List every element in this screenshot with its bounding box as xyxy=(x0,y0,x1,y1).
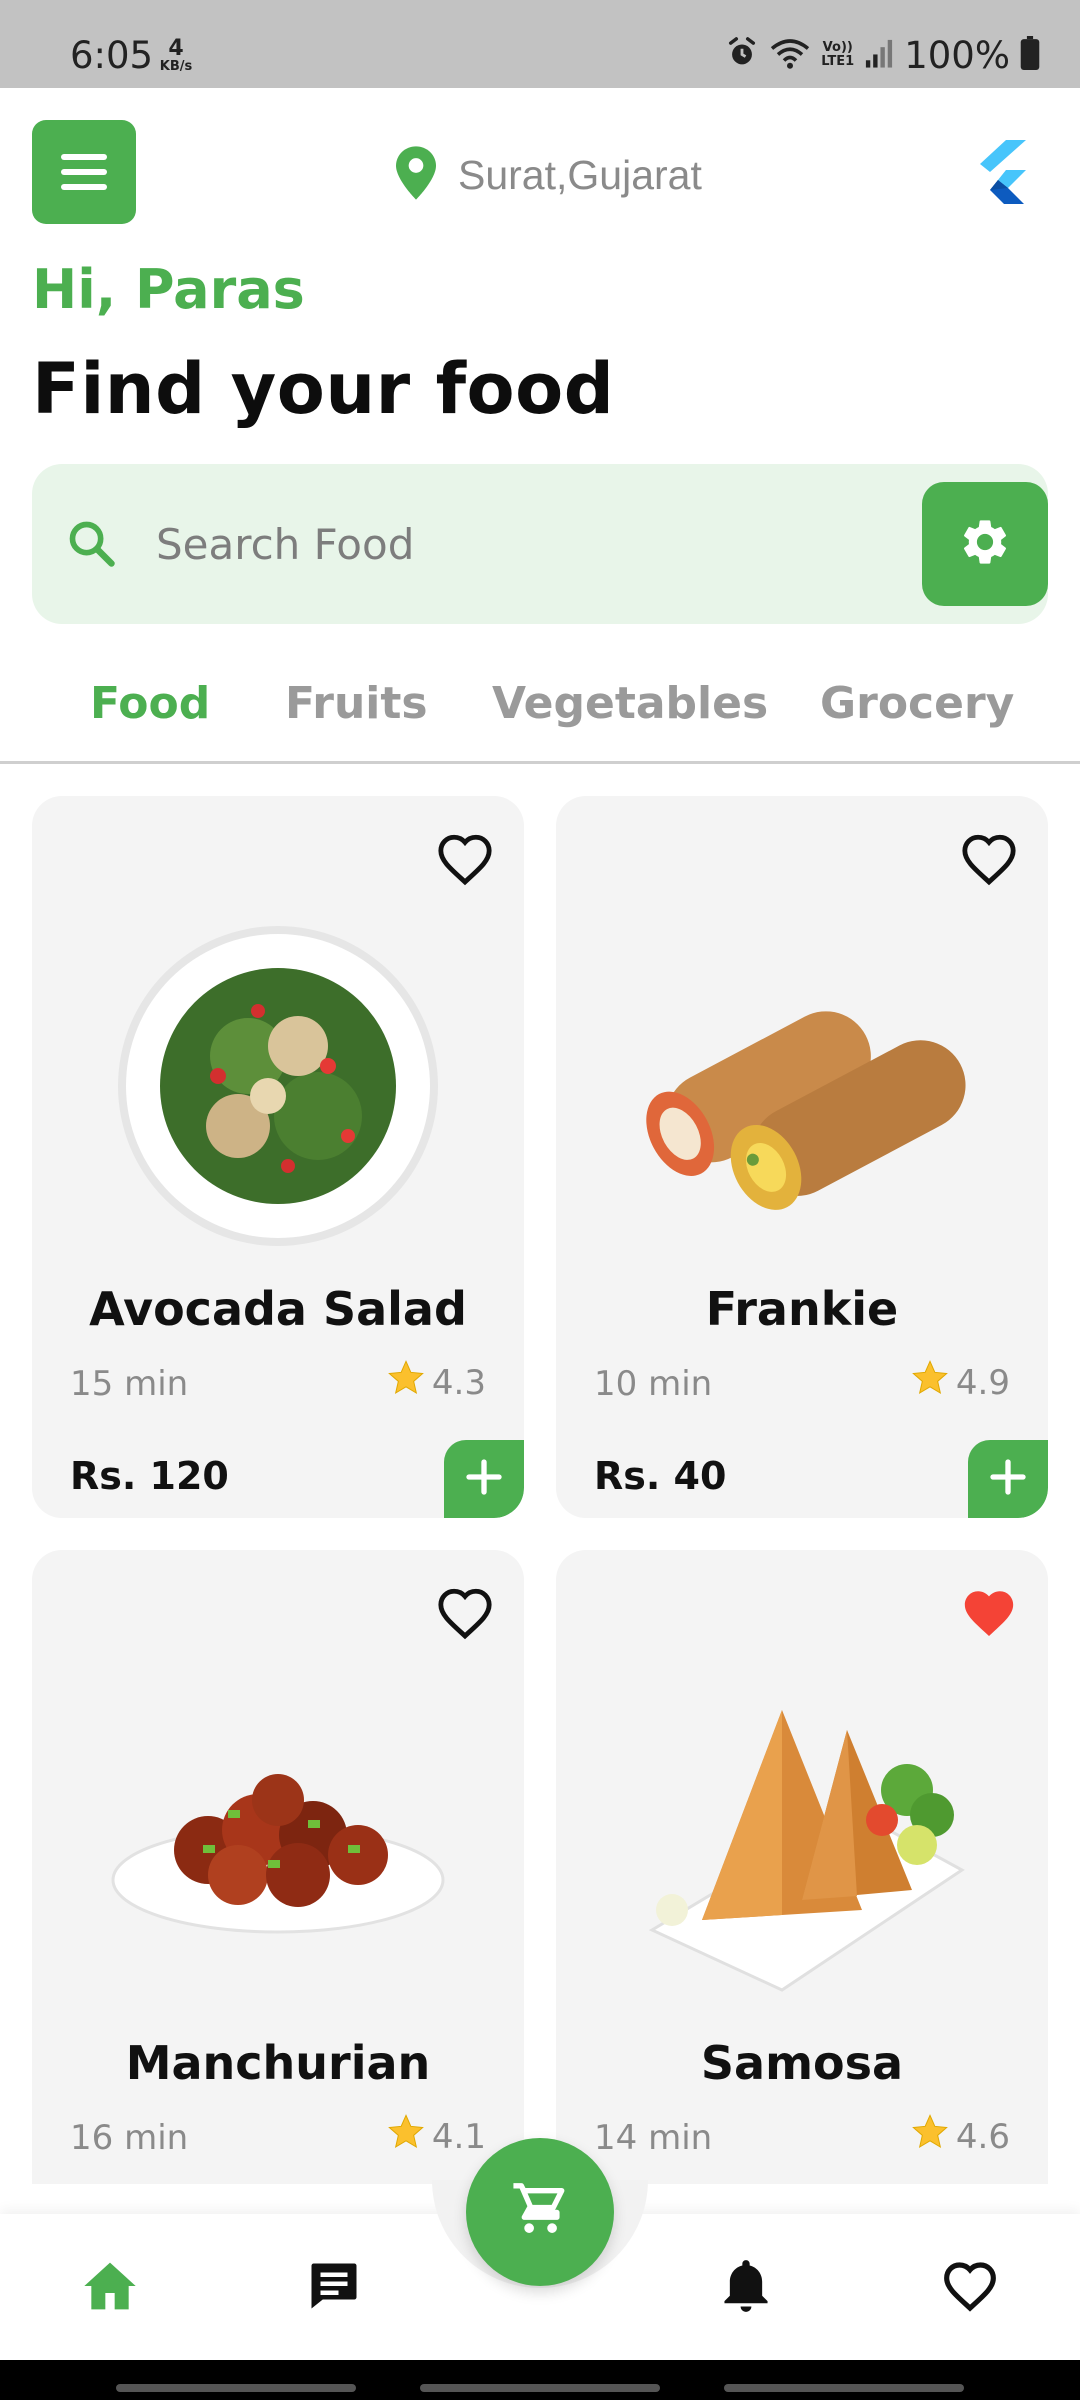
nav-notifications[interactable] xyxy=(716,2258,776,2318)
heart-filled-icon[interactable] xyxy=(960,1586,1018,1640)
star-icon xyxy=(386,2112,426,2161)
add-to-cart-button[interactable] xyxy=(968,1440,1048,1518)
salad-image xyxy=(108,916,448,1256)
hamburger-icon-line xyxy=(61,169,107,175)
bell-icon xyxy=(721,2258,771,2318)
rating-value: 4.9 xyxy=(955,1362,1010,1403)
product-price: Rs. 40 xyxy=(594,1454,727,1498)
search-icon xyxy=(66,518,118,574)
samosa-image xyxy=(632,1670,972,2010)
product-rating: 4.3 xyxy=(386,1358,486,1407)
manchurian-image xyxy=(108,1670,448,2010)
star-icon xyxy=(910,2112,950,2161)
alarm-icon xyxy=(725,36,759,74)
status-bar: 6:05 4 KB/s Vo)) LTE1 100% xyxy=(0,0,1080,88)
page-title: Find your food xyxy=(32,348,615,430)
rating-value: 4.6 xyxy=(955,2116,1010,2157)
search-bar xyxy=(32,464,1048,624)
rating-value: 4.1 xyxy=(431,2116,486,2157)
status-time: 6:05 xyxy=(70,34,154,77)
category-tabs: Food Fruits Vegetables Grocery xyxy=(0,660,1080,764)
battery-percent: 100% xyxy=(904,33,1010,77)
network-speed-unit: KB/s xyxy=(159,59,193,74)
product-time: 10 min xyxy=(594,1364,713,1404)
battery-icon xyxy=(1020,36,1040,74)
product-time: 15 min xyxy=(70,1364,189,1404)
filter-button[interactable] xyxy=(922,482,1048,606)
wifi-icon xyxy=(769,36,811,74)
system-gesture-bar xyxy=(0,2360,1080,2400)
rating-value: 4.3 xyxy=(431,1362,486,1403)
tab-vegetables[interactable]: Vegetables xyxy=(492,678,768,729)
tab-fruits[interactable]: Fruits xyxy=(285,678,428,729)
greeting: Hi, Paras xyxy=(32,258,305,321)
plus-icon xyxy=(988,1457,1028,1501)
tab-grocery[interactable]: Grocery xyxy=(820,678,1014,729)
product-name: Frankie xyxy=(705,1282,899,1336)
status-icons: Vo)) LTE1 100% xyxy=(725,32,1040,78)
lte-indicator: Vo)) LTE1 xyxy=(821,41,854,68)
product-grid: Avocada Salad 15 min 4.3 Rs. 120 Frankie… xyxy=(0,764,1080,2184)
product-card[interactable]: Avocada Salad 15 min 4.3 Rs. 120 xyxy=(32,796,524,1518)
nav-favorites[interactable] xyxy=(940,2258,1000,2318)
network-speed: 4 KB/s xyxy=(156,36,196,74)
star-icon xyxy=(910,1358,950,1407)
chat-icon xyxy=(307,2259,361,2317)
product-card[interactable]: Frankie 10 min 4.9 Rs. 40 xyxy=(556,796,1048,1518)
product-name: Avocada Salad xyxy=(89,1282,467,1336)
product-card[interactable]: Samosa 14 min 4.6 xyxy=(556,1550,1048,2184)
heart-outline-icon[interactable] xyxy=(436,1586,494,1640)
nav-chat[interactable] xyxy=(304,2258,364,2318)
heart-outline-icon[interactable] xyxy=(960,832,1018,886)
product-time: 14 min xyxy=(594,2118,713,2158)
settings-gear-icon xyxy=(958,515,1012,573)
hamburger-icon-line xyxy=(61,184,107,190)
map-pin-icon xyxy=(396,146,436,204)
product-name: Manchurian xyxy=(125,2036,431,2090)
hamburger-icon xyxy=(61,154,107,160)
nav-home[interactable] xyxy=(80,2258,140,2318)
star-icon xyxy=(386,1358,426,1407)
plus-icon xyxy=(464,1457,504,1501)
product-rating: 4.1 xyxy=(386,2112,486,2161)
frankie-image xyxy=(632,916,972,1256)
network-speed-value: 4 xyxy=(168,36,184,61)
heart-icon xyxy=(942,2260,998,2316)
gesture-handle xyxy=(724,2384,964,2392)
product-time: 16 min xyxy=(70,2118,189,2158)
signal-icon xyxy=(864,37,894,73)
tab-food[interactable]: Food xyxy=(90,678,210,729)
heart-outline-icon[interactable] xyxy=(436,832,494,886)
gesture-handle xyxy=(116,2384,356,2392)
product-price: Rs. 120 xyxy=(70,1454,229,1498)
flutter-logo-icon xyxy=(976,140,1026,204)
product-rating: 4.6 xyxy=(910,2112,1010,2161)
cart-button[interactable] xyxy=(466,2138,614,2286)
add-to-cart-button[interactable] xyxy=(444,1440,524,1518)
menu-button[interactable] xyxy=(32,120,136,224)
product-rating: 4.9 xyxy=(910,1358,1010,1407)
product-name: Samosa xyxy=(700,2036,904,2090)
search-input[interactable] xyxy=(156,504,796,584)
home-icon xyxy=(82,2260,138,2316)
product-card[interactable]: Manchurian 16 min 4.1 xyxy=(32,1550,524,2184)
location-selector[interactable]: Surat,Gujarat xyxy=(396,140,702,210)
cart-icon xyxy=(511,2181,569,2243)
lte-label-bottom: LTE1 xyxy=(821,54,855,69)
gesture-handle xyxy=(420,2384,660,2392)
location-text: Surat,Gujarat xyxy=(458,151,702,198)
